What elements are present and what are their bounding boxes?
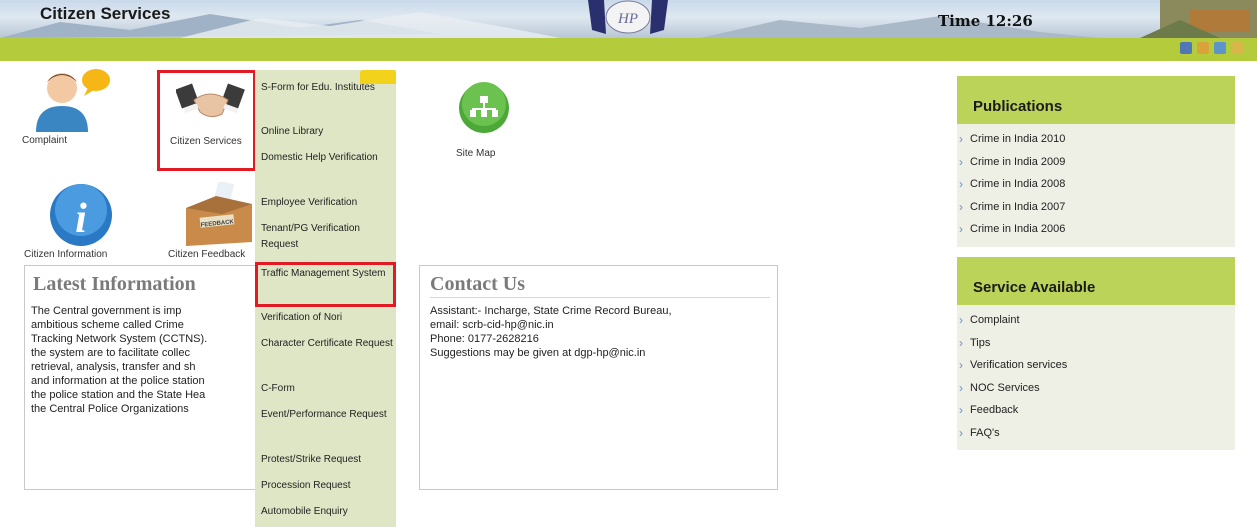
service-available-title: Service Available [957, 257, 1235, 305]
menu-item-character-certificate[interactable]: Character Certificate Request [261, 336, 393, 352]
service-link[interactable]: Feedback [957, 399, 1235, 422]
service-link[interactable]: Complaint [957, 309, 1235, 332]
publication-link[interactable]: Crime in India 2008 [957, 173, 1235, 196]
complaint-label: Complaint [22, 135, 68, 146]
nav-bar [0, 38, 1257, 61]
service-link[interactable]: NOC Services [957, 377, 1235, 400]
user-group-icon[interactable] [1197, 42, 1209, 54]
menu-item-verification-nori[interactable]: Verification of Nori [261, 310, 393, 326]
contact-us-title: Contact Us [430, 273, 525, 295]
service-available-panel: Service Available Complaint Tips Verific… [957, 257, 1235, 450]
publications-title: Publications [957, 76, 1235, 124]
complaint-tile[interactable]: Complaint [22, 66, 112, 162]
publication-link[interactable]: Crime in India 2007 [957, 196, 1235, 219]
utility-icons [1180, 42, 1243, 54]
header-banner: Citizen Services HP Time 12:26 [0, 0, 1257, 38]
citizen-services-highlight [157, 70, 256, 171]
clock-time: Time 12:26 [938, 12, 1033, 30]
service-link[interactable]: FAQ's [957, 422, 1235, 445]
citizen-feedback-tile[interactable]: FEEDBACK Citizen Feedback [168, 182, 256, 262]
citizen-information-label: Citizen Information [24, 249, 108, 260]
menu-item-procession[interactable]: Procession Request [261, 478, 393, 494]
menu-item-protest-strike[interactable]: Protest/Strike Request [261, 452, 393, 468]
sitemap-icon [459, 82, 509, 133]
monitor-icon[interactable] [1180, 42, 1192, 54]
site-map-label: Site Map [456, 148, 496, 159]
menu-item-automobile-enquiry[interactable]: Automobile Enquiry [261, 504, 393, 520]
publications-panel: Publications Crime in India 2010 Crime i… [957, 76, 1235, 247]
menu-item-event-performance[interactable]: Event/Performance Request [261, 407, 393, 423]
emblem-text: HP [617, 11, 638, 27]
citizen-feedback-label: Citizen Feedback [168, 249, 246, 260]
latest-information-text: The Central government is imp ambitious … [31, 305, 208, 415]
user-icon[interactable] [1214, 42, 1226, 54]
publication-link[interactable]: Crime in India 2009 [957, 151, 1235, 174]
hp-police-emblem: HP [588, 0, 668, 34]
contact-us-box: Contact Us Assistant:- Incharge, State C… [419, 265, 778, 490]
publication-link[interactable]: Crime in India 2006 [957, 218, 1235, 241]
feedback-box-icon: FEEDBACK [186, 182, 252, 246]
contact-details: Assistant:- Incharge, State Crime Record… [430, 305, 672, 359]
complaint-icon [36, 69, 110, 132]
menu-item-employee-verification[interactable]: Employee Verification [261, 195, 393, 211]
publication-link[interactable]: Crime in India 2010 [957, 128, 1235, 151]
menu-item-c-form[interactable]: C-Form [261, 381, 393, 397]
menu-item-domestic-help[interactable]: Domestic Help Verification [261, 150, 393, 166]
menu-item-online-library[interactable]: Online Library [261, 124, 393, 140]
divider [430, 297, 770, 298]
services-list: Complaint Tips Verification services NOC… [957, 305, 1235, 450]
home-icon[interactable] [1231, 42, 1243, 54]
menu-tab-accent [360, 70, 396, 84]
service-link[interactable]: Verification services [957, 354, 1235, 377]
page-title: Citizen Services [40, 4, 171, 23]
svg-text:i: i [75, 196, 87, 242]
site-map-tile[interactable]: Site Map [440, 80, 510, 166]
citizen-information-tile[interactable]: i Citizen Information [22, 182, 122, 262]
latest-information-box: Latest Information The Central governmen… [24, 265, 258, 490]
menu-item-tenant-pg[interactable]: Tenant/PG Verification Request [261, 221, 393, 253]
publications-list: Crime in India 2010 Crime in India 2009 … [957, 124, 1235, 247]
traffic-management-highlight [255, 262, 396, 307]
latest-information-title: Latest Information [33, 273, 196, 295]
info-icon: i [50, 184, 112, 246]
service-link[interactable]: Tips [957, 332, 1235, 355]
